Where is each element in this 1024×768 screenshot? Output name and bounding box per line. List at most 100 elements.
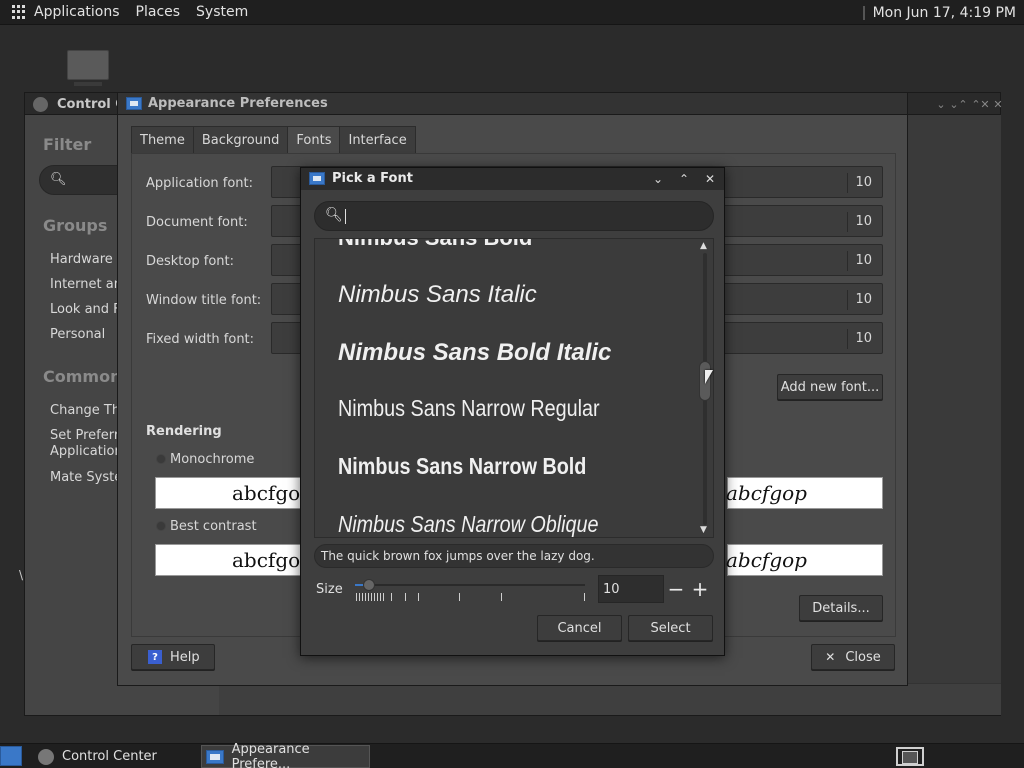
font-search-input[interactable] <box>345 205 695 227</box>
taskbar-item-appearance[interactable]: Appearance Prefere... <box>201 741 370 768</box>
group-hardware[interactable]: Hardware <box>50 252 113 268</box>
document-font-label: Document font: <box>146 215 248 230</box>
preview-text: The quick brown fox jumps over the lazy … <box>321 549 595 563</box>
taskbar-label: Appearance Prefere... <box>231 741 310 768</box>
font-search-field[interactable]: 🔍︎ <box>314 201 714 231</box>
computer-desktop-icon[interactable] <box>67 50 109 90</box>
add-new-font-button[interactable]: Add new font... <box>777 374 883 400</box>
size-label: Size <box>316 582 343 597</box>
fixed-width-font-label: Fixed width font: <box>146 332 255 347</box>
best-contrast-radio[interactable] <box>156 521 166 531</box>
font-preview-entry[interactable]: The quick brown fox jumps over the lazy … <box>314 544 714 568</box>
scroll-down-icon[interactable]: ▼ <box>700 525 707 535</box>
text-caret <box>345 209 346 224</box>
best-contrast-sample-right[interactable]: abcfgop <box>726 544 883 576</box>
clock[interactable]: Mon Jun 17, 4:19 PM <box>862 0 1020 25</box>
common-mate-system[interactable]: Mate Syster <box>50 470 128 486</box>
filter-heading: Filter <box>43 135 92 154</box>
control-center-app-icon <box>33 97 48 112</box>
close-icon[interactable]: ✕ <box>700 169 720 189</box>
font-item-nimbus-sans-narrow-bold[interactable]: Nimbus Sans Narrow Bold <box>338 453 586 480</box>
desktop-font-label: Desktop font: <box>146 254 234 269</box>
appearance-app-icon <box>126 97 142 110</box>
system-menu[interactable]: System <box>188 0 256 25</box>
size-slider[interactable] <box>355 576 587 610</box>
maximize-icon[interactable]: ⌃ <box>967 95 985 113</box>
help-icon: ? <box>148 650 162 664</box>
help-button[interactable]: ? Help <box>131 644 215 670</box>
window-title-font-label: Window title font: <box>146 293 262 308</box>
appearance-tabs: Theme Background Fonts Interface <box>131 126 416 154</box>
font-size-value: 10 <box>855 331 872 346</box>
slider-knob[interactable] <box>363 579 375 591</box>
close-button[interactable]: ✕ Close <box>811 644 895 670</box>
control-center-status <box>219 683 1001 715</box>
common-set-preferred-apps[interactable]: Set Preferre Application <box>50 428 127 460</box>
maximize-icon[interactable]: ⌃ <box>674 169 694 189</box>
taskbar-label: Control Center <box>62 749 157 764</box>
group-look-and-feel[interactable]: Look and F <box>50 302 121 318</box>
best-contrast-label: Best contrast <box>170 519 257 534</box>
group-personal[interactable]: Personal <box>50 327 105 343</box>
tab-fonts[interactable]: Fonts <box>287 126 341 154</box>
places-menu[interactable]: Places <box>128 0 189 25</box>
appearance-icon <box>206 749 224 764</box>
applications-menu[interactable]: Applications <box>32 0 128 25</box>
font-item-nimbus-sans-bold-italic[interactable]: Nimbus Sans Bold Italic <box>338 339 611 367</box>
slider-track <box>355 584 585 586</box>
application-font-label: Application font: <box>146 176 254 191</box>
monochrome-sample-left[interactable]: abcfgop <box>155 477 323 509</box>
rendering-heading: Rendering <box>146 424 222 439</box>
show-desktop-icon[interactable] <box>0 746 22 766</box>
font-size-value: 10 <box>855 214 872 229</box>
select-button[interactable]: Select <box>628 615 713 641</box>
pick-a-font-dialog: Pick a Font ⌄ ⌃ ✕ 🔍︎ Nimbus Sans Bold Ni… <box>300 167 725 656</box>
workspace-switcher[interactable] <box>896 747 924 766</box>
appearance-titlebar[interactable]: Appearance Preferences ⌄ ⌃ ✕ <box>118 93 1003 115</box>
minimize-icon[interactable]: ⌄ <box>648 169 668 189</box>
stray-text: \ <box>19 568 24 582</box>
cancel-button[interactable]: Cancel <box>537 615 622 641</box>
panel-separator <box>862 5 865 20</box>
clock-text: Mon Jun 17, 4:19 PM <box>872 4 1016 21</box>
group-internet[interactable]: Internet an <box>50 277 122 293</box>
top-panel: Applications Places System Mon Jun 17, 4… <box>0 0 1024 25</box>
font-item-nimbus-sans-narrow-regular[interactable]: Nimbus Sans Narrow Regular <box>338 395 600 422</box>
font-list[interactable]: Nimbus Sans Bold Nimbus Sans Italic Nimb… <box>314 238 714 538</box>
tab-interface[interactable]: Interface <box>339 126 416 154</box>
size-increase-button[interactable]: + <box>688 576 712 602</box>
common-change-theme[interactable]: Change Th <box>50 403 120 419</box>
minimize-icon[interactable]: ⌄ <box>945 95 963 113</box>
groups-heading: Groups <box>43 216 108 235</box>
mouse-cursor-icon <box>705 370 713 384</box>
monochrome-radio[interactable] <box>156 454 166 464</box>
tab-background[interactable]: Background <box>192 126 289 154</box>
size-spin-input[interactable]: 10 <box>598 575 664 603</box>
font-size-value: 10 <box>855 175 872 190</box>
details-button[interactable]: Details... <box>799 595 883 621</box>
control-center-icon <box>38 748 54 765</box>
control-center-title: Control C <box>57 97 125 112</box>
taskbar-item-control-center[interactable]: Control Center <box>34 745 196 768</box>
size-decrease-button[interactable]: − <box>664 576 688 602</box>
monochrome-sample-right[interactable]: abcfgop <box>726 477 883 509</box>
search-icon: 🔍︎ <box>50 172 67 187</box>
scroll-up-icon[interactable]: ▲ <box>700 241 707 251</box>
close-icon[interactable]: ✕ <box>989 95 1007 113</box>
close-icon: ✕ <box>825 650 836 664</box>
bottom-taskbar: Control Center Appearance Prefere... <box>0 741 1024 768</box>
font-item-nimbus-sans-italic[interactable]: Nimbus Sans Italic <box>338 281 537 309</box>
tab-theme[interactable]: Theme <box>131 126 194 154</box>
search-icon: 🔍︎ <box>325 207 343 223</box>
font-dialog-titlebar[interactable]: Pick a Font ⌄ ⌃ ✕ <box>301 168 724 190</box>
font-item-nimbus-sans-bold[interactable]: Nimbus Sans Bold <box>338 239 532 251</box>
close-label: Close <box>845 649 881 665</box>
font-item-nimbus-sans-narrow-oblique[interactable]: Nimbus Sans Narrow Oblique <box>338 511 599 537</box>
font-dialog-app-icon <box>309 172 325 185</box>
best-contrast-sample-left[interactable]: abcfgop <box>155 544 323 576</box>
monochrome-label: Monochrome <box>170 452 255 467</box>
font-size-value: 10 <box>855 253 872 268</box>
font-list-scrollbar[interactable]: ▲ ▼ <box>697 239 713 537</box>
font-dialog-title: Pick a Font <box>332 171 413 186</box>
applications-grid-icon[interactable] <box>12 5 26 19</box>
